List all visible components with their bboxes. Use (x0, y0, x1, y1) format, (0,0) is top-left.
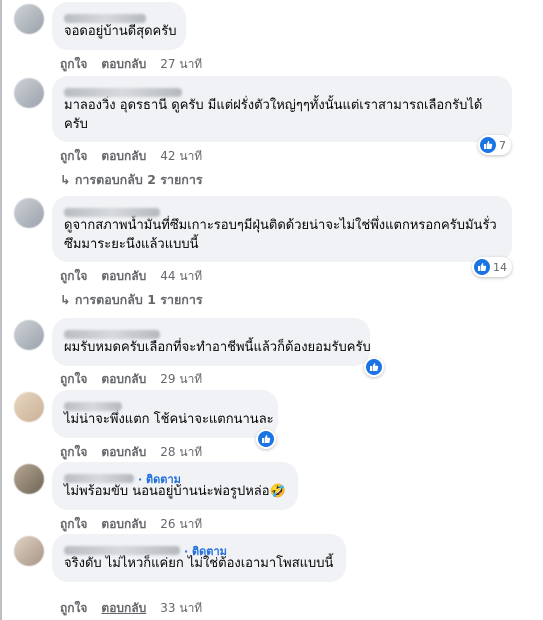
comment-actions: ถูกใจ ตอบกลับ 42 นาที (60, 147, 216, 166)
avatar[interactable] (14, 4, 44, 34)
reaction-number: 7 (499, 138, 506, 152)
author-name[interactable] (64, 402, 122, 411)
reaction-count[interactable] (256, 429, 276, 449)
view-replies-link[interactable]: ↳ การตอบกลับ 2 รายการ (60, 170, 203, 190)
avatar[interactable] (14, 392, 44, 422)
avatar[interactable] (14, 464, 44, 494)
reaction-number: 14 (493, 260, 507, 274)
thread-line (0, 0, 2, 620)
author-name[interactable] (64, 330, 160, 339)
comment-actions: ถูกใจ ตอบกลับ 44 นาที (60, 267, 216, 286)
timestamp[interactable]: 28 นาที (160, 445, 202, 459)
comment-actions: ถูกใจ ตอบกลับ 28 นาที (60, 443, 216, 462)
comment-bubble: · ติดตาม ไม่พร้อมขับ นอนอยู่บ้านน่ะพ่อรู… (52, 462, 298, 510)
like-button[interactable]: ถูกใจ (60, 517, 87, 531)
like-reaction-icon (474, 259, 490, 275)
reply-button[interactable]: ตอบกลับ (101, 149, 146, 163)
reply-button[interactable]: ตอบกลับ (101, 57, 146, 71)
reply-button[interactable]: ตอบกลับ (101, 517, 146, 531)
comment-text: ไม่น่าจะพึ่งแตก โช้คน่าจะแตกนานละ (64, 412, 274, 427)
like-reaction-icon (480, 137, 496, 153)
reply-button[interactable]: ตอบกลับ (101, 372, 146, 386)
timestamp[interactable]: 33 นาที (160, 601, 202, 615)
comment-actions: ถูกใจ ตอบกลับ 33 นาที (60, 599, 216, 618)
reaction-count[interactable] (364, 357, 384, 377)
timestamp[interactable]: 27 นาที (160, 57, 202, 71)
author-name[interactable] (64, 88, 182, 97)
comment-bubble: ดูจากสภาพน้ำมันที่ซึมเกาะรอบๆมีฝุ่นติดด้… (52, 196, 512, 262)
like-reaction-icon (258, 431, 274, 447)
comment-text: จริงดับ ไม่ไหวก็แค่ยก ไม่ใช่ต้องเอามาโพส… (64, 556, 334, 571)
timestamp[interactable]: 44 นาที (160, 269, 202, 283)
comment-text: ซึมมาระยะนึงแล้วแบบนี้ (64, 237, 199, 252)
comment-text: ผมรับหมดครับเลือกที่จะทำอาชีพนี้แล้วก็ต้… (64, 340, 371, 355)
view-replies-link[interactable]: ↳ การตอบกลับ 1 รายการ (60, 290, 203, 310)
comment-actions: ถูกใจ ตอบกลับ 29 นาที (60, 370, 216, 389)
timestamp[interactable]: 26 นาที (160, 517, 202, 531)
author-name[interactable] (64, 208, 160, 217)
timestamp[interactable]: 42 นาที (160, 149, 202, 163)
comment-bubble: ผมรับหมดครับเลือกที่จะทำอาชีพนี้แล้วก็ต้… (52, 318, 371, 366)
comment-text: จอดอยู่บ้านดีสุดครับ (64, 24, 177, 39)
like-button[interactable]: ถูกใจ (60, 269, 87, 283)
avatar[interactable] (14, 198, 44, 228)
comment-bubble: ไม่น่าจะพึ่งแตก โช้คน่าจะแตกนานละ (52, 390, 278, 438)
comment-text: ครับ (64, 117, 88, 132)
like-button[interactable]: ถูกใจ (60, 372, 87, 386)
comment-actions: ถูกใจ ตอบกลับ 27 นาที (60, 55, 216, 74)
timestamp[interactable]: 29 นาที (160, 372, 202, 386)
comment-text: ดูจากสภาพน้ำมันที่ซึมเกาะรอบๆมีฝุ่นติดด้… (64, 218, 497, 233)
reply-button[interactable]: ตอบกลับ (101, 445, 146, 459)
comment-bubble: · ติดตาม จริงดับ ไม่ไหวก็แค่ยก ไม่ใช่ต้อ… (52, 534, 346, 582)
avatar[interactable] (14, 78, 44, 108)
comment-actions: ถูกใจ ตอบกลับ 26 นาที (60, 515, 216, 534)
author-name[interactable] (64, 474, 134, 483)
like-button[interactable]: ถูกใจ (60, 149, 87, 163)
reply-button[interactable]: ตอบกลับ (101, 269, 146, 283)
author-name[interactable] (64, 546, 180, 555)
reply-button[interactable]: ตอบกลับ (101, 601, 146, 615)
like-button[interactable]: ถูกใจ (60, 57, 87, 71)
like-reaction-icon (366, 359, 382, 375)
comment-bubble: มาลองวิ่ง อุดรธานี ดูครับ มีแต่ฝรั่งตัวใ… (52, 76, 512, 142)
avatar[interactable] (14, 536, 44, 566)
comment-text: ไม่พร้อมขับ นอนอยู่บ้านน่ะพ่อรูปหล่อ🤣 (64, 484, 286, 499)
comment-bubble: จอดอยู่บ้านดีสุดครับ (52, 2, 186, 50)
author-name[interactable] (64, 14, 146, 23)
like-button[interactable]: ถูกใจ (60, 445, 87, 459)
comment-text: มาลองวิ่ง อุดรธานี ดูครับ มีแต่ฝรั่งตัวใ… (64, 98, 483, 113)
reaction-count[interactable]: 14 (472, 257, 512, 277)
like-button[interactable]: ถูกใจ (60, 601, 87, 615)
avatar[interactable] (14, 320, 44, 350)
reaction-count[interactable]: 7 (478, 135, 511, 155)
